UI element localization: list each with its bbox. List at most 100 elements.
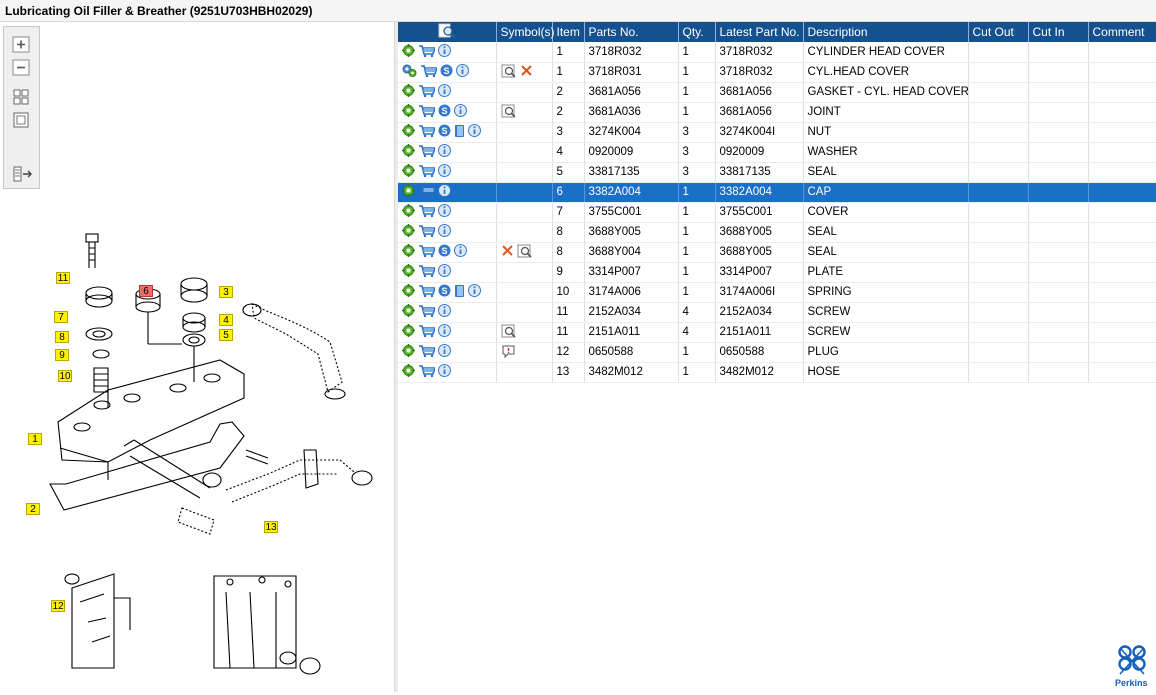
info-icon[interactable] — [438, 324, 451, 340]
manual-icon[interactable] — [454, 124, 465, 141]
view-detail-icon[interactable] — [501, 64, 517, 81]
assembly-icon[interactable] — [402, 184, 415, 200]
callout-6[interactable]: 6 — [139, 285, 153, 297]
table-row[interactable]: 5 33817135 3 33817135 SEAL — [398, 162, 1156, 183]
add-to-cart-icon[interactable] — [418, 284, 437, 300]
add-to-cart-icon[interactable] — [418, 84, 437, 100]
table-row[interactable]: 6 3382A004 1 3382A004 CAP — [398, 182, 1156, 203]
assembly-icon[interactable] — [402, 264, 415, 280]
callout-12[interactable]: 12 — [51, 600, 65, 612]
search-parts-icon[interactable] — [438, 23, 456, 39]
table-row[interactable]: S 8 3688Y004 1 3688Y005 SEAL — [398, 242, 1156, 263]
add-to-cart-icon[interactable] — [418, 304, 437, 320]
table-row[interactable]: 4 0920009 3 0920009 WASHER — [398, 142, 1156, 163]
assembly-icon[interactable] — [402, 304, 415, 320]
superseded-icon[interactable] — [501, 244, 514, 260]
info-icon[interactable] — [454, 104, 467, 120]
callout-3[interactable]: 3 — [219, 286, 233, 298]
table-row[interactable]: 9 3314P007 1 3314P007 PLATE — [398, 262, 1156, 283]
column-header-search[interactable] — [398, 22, 497, 42]
add-to-cart-icon[interactable] — [418, 44, 437, 60]
fit-window-icon[interactable] — [12, 111, 32, 129]
table-row[interactable]: S 3 3274K004 3 3274K004I NUT — [398, 122, 1156, 143]
add-to-cart-icon[interactable] — [418, 104, 437, 120]
supersession-icon[interactable]: S — [438, 124, 451, 140]
column-header-comment[interactable]: Comment — [1088, 22, 1156, 42]
callout-9[interactable]: 9 — [55, 349, 69, 361]
column-header-item[interactable]: Item — [552, 22, 585, 42]
info-icon[interactable] — [468, 124, 481, 140]
info-icon[interactable] — [438, 344, 451, 360]
add-to-cart-icon[interactable] — [418, 184, 437, 200]
callout-5[interactable]: 5 — [219, 329, 233, 341]
info-icon[interactable] — [438, 164, 451, 180]
zoom-out-icon[interactable] — [12, 59, 32, 77]
assembly-icon[interactable] — [402, 84, 415, 100]
table-row[interactable]: 8 3688Y005 1 3688Y005 SEAL — [398, 222, 1156, 243]
assembly-icon[interactable] — [402, 124, 415, 140]
callout-4[interactable]: 4 — [219, 314, 233, 326]
assembly-icon[interactable] — [402, 284, 415, 300]
callout-7[interactable]: 7 — [54, 311, 68, 323]
info-icon[interactable] — [438, 84, 451, 100]
column-header-symbols[interactable]: Symbol(s) — [496, 22, 555, 42]
comment-icon[interactable] — [501, 344, 516, 361]
callout-13[interactable]: 13 — [264, 521, 278, 533]
add-to-cart-icon[interactable] — [418, 264, 437, 280]
add-to-cart-icon[interactable] — [418, 204, 437, 220]
manual-icon[interactable] — [454, 284, 465, 301]
view-detail-icon[interactable] — [501, 104, 517, 121]
assembly-icon[interactable] — [402, 144, 415, 160]
callout-10[interactable]: 10 — [58, 370, 72, 382]
table-row[interactable]: 11 2152A034 4 2152A034 SCREW — [398, 302, 1156, 323]
add-to-cart-icon[interactable] — [420, 64, 439, 80]
add-to-cart-icon[interactable] — [418, 324, 437, 340]
info-icon[interactable] — [438, 43, 451, 60]
add-to-cart-icon[interactable] — [418, 144, 437, 160]
info-icon[interactable] — [438, 364, 451, 380]
info-icon[interactable] — [438, 204, 451, 220]
assembly-icon[interactable] — [402, 43, 415, 60]
table-row[interactable]: S 10 3174A006 1 3174A006I SPRING — [398, 282, 1156, 303]
supersession-icon[interactable]: S — [438, 244, 451, 260]
table-row[interactable]: 13 3482M012 1 3482M012 HOSE — [398, 362, 1156, 383]
fit-all-icon[interactable] — [12, 88, 32, 106]
assembly-icon[interactable] — [402, 164, 415, 180]
table-row[interactable]: 11 2151A011 4 2151A011 SCREW — [398, 322, 1156, 343]
superseded-icon[interactable] — [520, 64, 533, 80]
info-icon[interactable] — [438, 264, 451, 280]
assembly-icon[interactable] — [402, 104, 415, 120]
column-header-cut-in[interactable]: Cut In — [1028, 22, 1089, 42]
table-row[interactable]: 1 3718R032 1 3718R032 CYLINDER HEAD COVER — [398, 42, 1156, 63]
column-header-parts-no[interactable]: Parts No. — [584, 22, 679, 42]
assembly-icon[interactable] — [402, 364, 415, 380]
info-icon[interactable] — [438, 224, 451, 240]
add-to-cart-icon[interactable] — [418, 124, 437, 140]
info-icon[interactable] — [468, 284, 481, 300]
column-header-latest-part-no[interactable]: Latest Part No. — [715, 22, 804, 42]
info-icon[interactable] — [438, 144, 451, 160]
callout-2[interactable]: 2 — [26, 503, 40, 515]
show-parts-list-icon[interactable] — [12, 165, 32, 183]
view-detail-icon[interactable] — [517, 244, 533, 261]
info-icon[interactable] — [454, 244, 467, 260]
assembly-icon[interactable] — [402, 204, 415, 220]
callout-8[interactable]: 8 — [55, 331, 69, 343]
add-to-cart-icon[interactable] — [418, 224, 437, 240]
table-row[interactable]: S 2 3681A036 1 3681A056 JOINT — [398, 102, 1156, 123]
zoom-in-icon[interactable] — [12, 36, 32, 54]
column-header-cut-out[interactable]: Cut Out — [968, 22, 1029, 42]
assembly-icon[interactable] — [402, 344, 415, 360]
callout-11[interactable]: 11 — [56, 272, 70, 284]
assembly-icon[interactable] — [402, 244, 415, 260]
supersession-icon[interactable]: S — [438, 284, 451, 300]
assembly-icon[interactable] — [402, 224, 415, 240]
table-row[interactable]: 12 0650588 1 0650588 PLUG — [398, 342, 1156, 363]
info-icon[interactable] — [438, 304, 451, 320]
callout-1[interactable]: 1 — [28, 433, 42, 445]
column-header-qty[interactable]: Qty. — [678, 22, 716, 42]
info-icon[interactable] — [456, 64, 469, 80]
add-to-cart-icon[interactable] — [418, 344, 437, 360]
table-row[interactable]: S 1 3718R031 1 3718R032 CYL.HEAD COVER — [398, 62, 1156, 83]
add-to-cart-icon[interactable] — [418, 164, 437, 180]
